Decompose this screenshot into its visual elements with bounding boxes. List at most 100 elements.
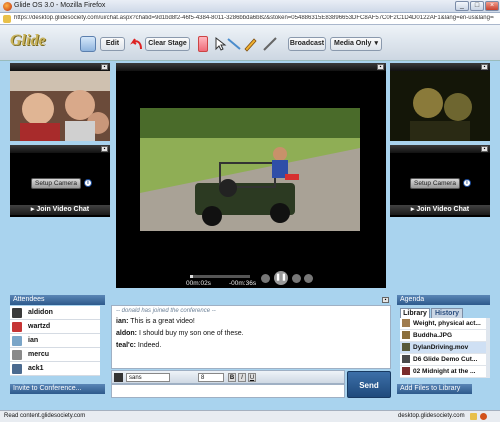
setup-camera-button[interactable]: Setup Camera (410, 178, 460, 189)
list-item[interactable]: ack1 (10, 362, 100, 376)
tab-library[interactable]: Library (400, 308, 430, 318)
forward-icon[interactable] (292, 274, 301, 283)
line-tool-icon[interactable] (226, 36, 242, 52)
avatar (12, 336, 22, 346)
system-message: -- donald has joined the conference -- (116, 308, 216, 314)
stage-video[interactable] (140, 108, 360, 231)
firefox-icon (3, 2, 12, 11)
info-icon[interactable]: i (84, 179, 92, 187)
send-button[interactable]: Send (347, 371, 391, 398)
close-icon[interactable]: × (485, 1, 499, 11)
edit-button[interactable]: Edit (100, 37, 125, 51)
broadcast-button[interactable]: Broadcast (288, 37, 326, 51)
join-video-chat-button[interactable]: ▸ Join Video Chat (10, 205, 110, 215)
bold-icon[interactable]: B (228, 373, 236, 382)
file-name: 02 Midnight at the ... (413, 368, 476, 375)
minimize-panel-icon[interactable]: ▪ (377, 64, 384, 70)
minimize-panel-icon[interactable]: ▪ (101, 64, 108, 70)
list-item[interactable]: Weight, physical act... (400, 318, 486, 330)
address-bar[interactable]: https://desktop.glidesociety.com/ui/chat… (0, 13, 500, 25)
scrollbar[interactable] (486, 318, 490, 378)
left-camera-top-bar: ▪ (10, 145, 110, 153)
media-select[interactable]: Media Only ▾ (330, 37, 382, 51)
attendee-name: wartzd (28, 323, 51, 330)
address-url[interactable]: https://desktop.glidesociety.com/ui/chat… (14, 15, 494, 21)
glide-logo: Glide (10, 32, 46, 49)
minimize-panel-icon[interactable]: ▪ (101, 146, 108, 152)
chat-sender: teal'c: (116, 342, 136, 349)
status-domain: desktop.glidesociety.com (398, 413, 465, 419)
minimize-panel-icon[interactable]: ▪ (382, 297, 389, 303)
file-name: DylanDriving.mov (413, 344, 469, 351)
add-files-button[interactable]: Add Files to Library (397, 384, 472, 394)
chat-message: aldon: I should buy my son one of these. (116, 330, 244, 337)
list-item[interactable]: 02 Midnight at the ... (400, 366, 486, 378)
chat-top-bar: ▪ (111, 296, 391, 304)
pencil-icon[interactable] (242, 36, 258, 52)
agenda-title: Agenda (397, 295, 490, 305)
file-icon (402, 319, 410, 328)
join-video-chat-button[interactable]: ▸ Join Video Chat (390, 205, 490, 215)
minimize-panel-icon[interactable]: ▪ (481, 146, 488, 152)
line-icon[interactable] (262, 36, 278, 52)
color-swatch-icon[interactable] (198, 36, 208, 52)
video-frame-adults (390, 71, 490, 141)
undo-arrow-icon[interactable] (129, 36, 145, 52)
chat-text: This is a great video! (130, 318, 195, 325)
rewind-icon[interactable] (261, 274, 270, 283)
tab-history[interactable]: History (431, 308, 463, 318)
lock-icon (3, 15, 11, 23)
right-camera-top-bar: ▪ (390, 145, 490, 153)
italic-icon[interactable]: I (238, 373, 246, 382)
minimize-panel-icon[interactable]: ▪ (481, 64, 488, 70)
size-select[interactable]: 8 (198, 373, 224, 382)
underline-icon[interactable]: U (248, 373, 256, 382)
media-select-value: Media Only (334, 40, 372, 47)
clear-stage-button[interactable]: Clear Stage (145, 37, 190, 51)
emoticon-icon[interactable] (114, 373, 123, 382)
window-title: Glide OS 3.0 - Mozilla Firefox (14, 2, 106, 9)
font-select[interactable]: sans (126, 373, 170, 382)
size-select-value: 8 (201, 375, 205, 381)
list-item[interactable]: wartzd (10, 320, 100, 334)
video-file-icon (402, 355, 410, 364)
invite-to-conference-button[interactable]: Invite to Conference... (10, 384, 105, 394)
volume-icon[interactable] (304, 274, 313, 283)
chat-input[interactable] (111, 384, 345, 398)
file-name: D6 Glide Demo Cut... (413, 356, 478, 363)
addon-icon[interactable] (480, 413, 487, 420)
attendee-name: aldidon (28, 309, 53, 316)
avatar (12, 322, 22, 332)
list-item[interactable]: DylanDriving.mov (400, 342, 486, 354)
maximize-icon[interactable]: □ (470, 1, 484, 11)
avatar (12, 350, 22, 360)
left-video-top-bar: ▪ (10, 63, 110, 71)
minimize-icon[interactable]: _ (455, 1, 469, 11)
chat-text: I should buy my son one of these. (138, 330, 244, 337)
info-icon[interactable]: i (463, 179, 471, 187)
list-item[interactable]: Buddha.JPG (400, 330, 486, 342)
list-item[interactable]: ian (10, 334, 100, 348)
list-item[interactable]: mercu (10, 348, 100, 362)
video-progress-fill (190, 275, 193, 278)
pause-icon[interactable]: ❚❚ (274, 271, 288, 285)
chat-log: -- donald has joined the conference -- i… (111, 305, 391, 369)
list-item[interactable]: D6 Glide Demo Cut... (400, 354, 486, 366)
avatar (12, 308, 22, 318)
attendee-name: ack1 (28, 365, 44, 372)
list-item[interactable]: aldidon (10, 306, 100, 320)
attendee-video-left (10, 71, 110, 141)
video-frame-jeep (140, 108, 360, 231)
video-progress-track[interactable] (190, 275, 250, 278)
setup-camera-button[interactable]: Setup Camera (31, 178, 81, 189)
chat-message: ian: This is a great video! (116, 318, 195, 325)
video-frame-children (10, 71, 110, 141)
lock-icon (470, 413, 477, 420)
time-remaining: -00m:36s (229, 280, 257, 287)
join-video-chat-label: Join Video Chat (416, 206, 470, 213)
window-titlebar: Glide OS 3.0 - Mozilla Firefox _ □ × (0, 0, 500, 13)
font-select-value: sans (129, 375, 142, 381)
attendee-name: ian (28, 337, 39, 344)
stage-top-bar: ▪ (116, 63, 386, 71)
screen-share-icon[interactable] (80, 36, 96, 52)
